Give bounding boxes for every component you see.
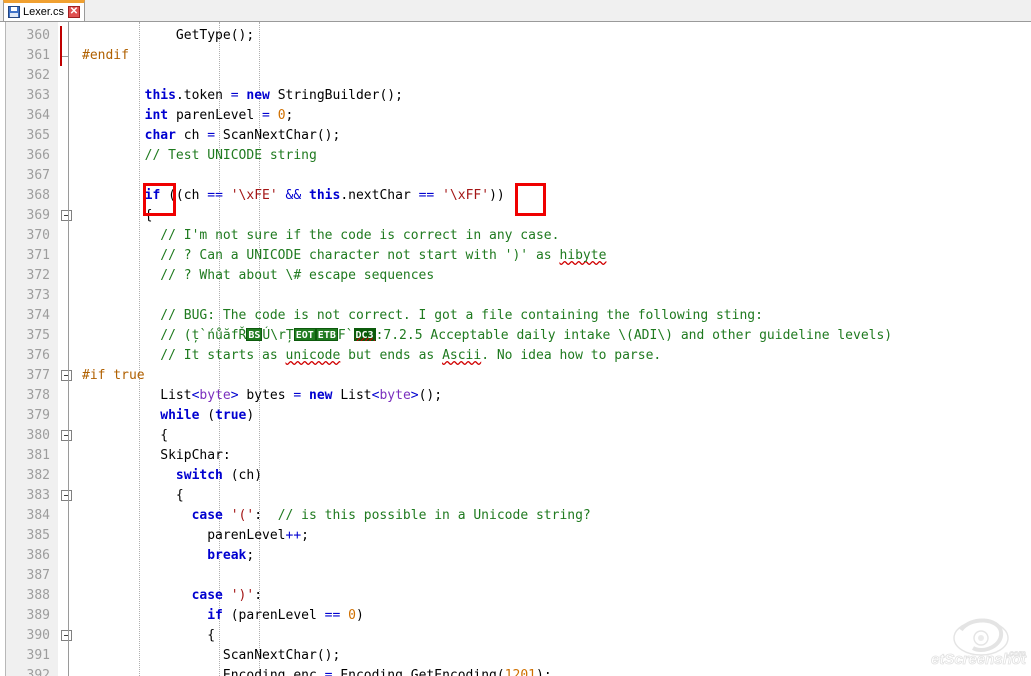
line-number: 384 [26,508,50,523]
line-number: 371 [26,248,50,263]
code-editor[interactable]: 360 361 362 363 364 365 366 367 368 369 370 371 372 3… [0,22,1031,676]
line-number: 380 [26,428,50,443]
line-number: 370 [26,228,50,243]
tab-strip: Lexer.cs ✕ [0,0,1031,22]
line-number: 360 [26,28,50,43]
line-number: 368 [26,188,50,203]
line-number: 364 [26,108,50,123]
fold-margin[interactable] [58,22,82,676]
code-line[interactable]: this.token = new StringBuilder(); [82,86,403,106]
code-line[interactable]: parenLevel++; [82,526,309,546]
line-number: 361 [26,48,50,63]
line-number: 381 [26,448,50,463]
control-char-eot: EOT [293,328,316,341]
code-line[interactable]: GetType(); [82,26,254,46]
code-line[interactable]: char ch = ScanNextChar(); [82,126,341,146]
line-number: 367 [26,168,50,183]
code-line[interactable]: SkipChar: [82,446,230,466]
code-line[interactable]: #if true [82,366,145,386]
line-number: 382 [26,468,50,483]
code-text-area[interactable]: GetType(); #endif this.token = new String… [82,22,1031,676]
fold-toggle-369[interactable] [61,210,72,221]
line-number: 373 [26,288,50,303]
fold-toggle-377[interactable] [61,370,72,381]
fold-guide-line [68,22,69,676]
code-line[interactable]: case ')': [82,586,262,606]
code-line[interactable]: List<byte> bytes = new List<byte>(); [82,386,442,406]
code-line[interactable]: case '(': // is this possible in a Unico… [82,506,591,526]
code-line[interactable]: // It starts as unicode but ends as Asci… [82,346,661,366]
code-line[interactable]: // I'm not sure if the code is correct i… [82,226,559,246]
line-number: 388 [26,588,50,603]
control-char-etb: ETB [315,328,338,341]
line-number: 389 [26,608,50,623]
tab-label: Lexer.cs [23,6,64,18]
tab-lexer-cs[interactable]: Lexer.cs ✕ [3,0,85,21]
code-line[interactable]: ScanNextChar(); [82,646,340,666]
save-disk-icon [8,6,20,18]
line-number: 390 [26,628,50,643]
line-number: 378 [26,388,50,403]
code-line[interactable]: // ? What about \# escape sequences [82,266,434,286]
code-line[interactable]: // (ț`ńůăfŘ BS Ú\rȚ EOT ETB F` DC3:7.2.5 Accep… [82,326,892,346]
code-line[interactable]: { [82,486,184,506]
code-line[interactable]: { [82,626,215,646]
line-number-gutter: 360 361 362 363 364 365 366 367 368 369 370 371 372 3… [6,22,58,676]
code-line[interactable]: break; [82,546,254,566]
control-char-dc3: DC3 [353,328,376,341]
line-number: 363 [26,88,50,103]
code-line[interactable]: while (true) [82,406,254,426]
line-number: 386 [26,548,50,563]
line-number: 369 [26,208,50,223]
control-char-bs: BS [246,328,263,341]
line-number: 366 [26,148,50,163]
fold-toggle-383[interactable] [61,490,72,501]
line-number: 392 [26,668,50,676]
code-line[interactable]: { [82,426,168,446]
line-number: 377 [26,368,50,383]
line-number: 383 [26,488,50,503]
code-line[interactable]: #endif [82,46,129,66]
line-number: 375 [26,328,50,343]
line-number: 362 [26,68,50,83]
code-line[interactable]: // Test UNICODE string [82,146,317,166]
line-number: 385 [26,528,50,543]
line-number: 391 [26,648,50,663]
line-number: 387 [26,568,50,583]
line-number: 376 [26,348,50,363]
code-line[interactable]: if ((ch == '\xFE' && this.nextChar == '\… [82,186,505,206]
code-line[interactable]: // ? Can a UNICODE character not start w… [82,246,606,266]
code-line[interactable]: { [82,206,153,226]
code-line[interactable]: switch (ch) [82,466,262,486]
line-number: 374 [26,308,50,323]
modified-line-indicator [60,26,62,66]
code-line[interactable]: int parenLevel = 0; [82,106,294,126]
code-line[interactable]: if (parenLevel == 0) [82,606,364,626]
code-line[interactable]: // BUG: The code is not correct. I got a… [82,306,763,326]
fold-toggle-380[interactable] [61,430,72,441]
code-line[interactable]: Encoding enc = Encoding.GetEncoding(1201… [82,666,552,676]
line-number: 365 [26,128,50,143]
fold-toggle-390[interactable] [61,630,72,641]
line-number: 372 [26,268,50,283]
close-icon[interactable]: ✕ [67,6,80,18]
line-number: 379 [26,408,50,423]
